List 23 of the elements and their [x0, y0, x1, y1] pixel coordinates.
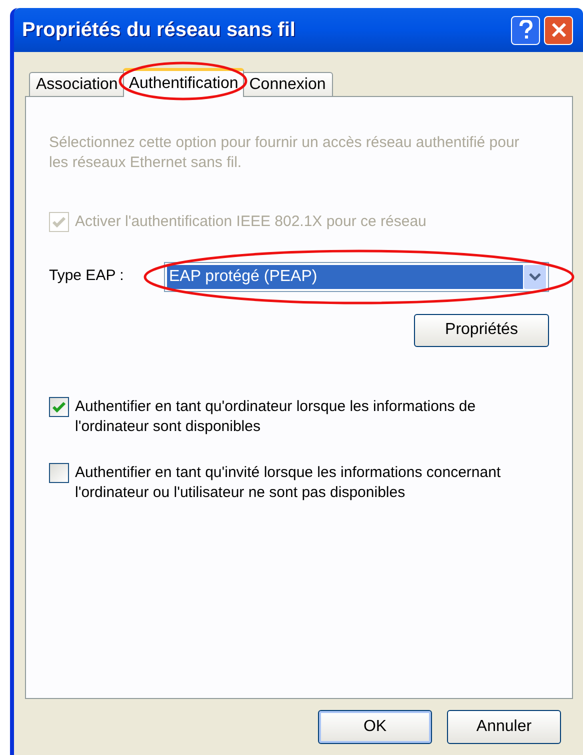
eap-type-dropdown[interactable]: EAP protégé (PEAP) [164, 262, 549, 292]
properties-button[interactable]: Propriétés [414, 314, 549, 346]
dialog-button[interactable]: Annuler [447, 710, 561, 744]
checkbox[interactable] [49, 396, 69, 416]
close-icon [550, 22, 566, 38]
close-button[interactable] [544, 16, 573, 44]
window-title: Propriétés du réseau sans fil [22, 18, 296, 43]
help-button[interactable] [511, 16, 540, 44]
checkbox-label: Authentifier en tant qu'invité lorsque les informations concernant l'ordinateur ou l'utilisateur ne sont pas disponibles [75, 462, 502, 502]
checkmark-icon [52, 216, 66, 228]
eap-type-label: Type EAP : [49, 266, 125, 286]
eap-type-value: EAP protégé (PEAP) [167, 264, 523, 288]
checkmark-icon [52, 400, 66, 412]
checkbox[interactable] [49, 462, 69, 482]
help-icon [518, 20, 532, 40]
tab[interactable]: Association [29, 72, 125, 97]
tab[interactable]: Connexion [242, 72, 333, 97]
checkbox-label: Authentifier en tant qu'ordinateur lorsque les informations de l'ordinateur sont disponibles [75, 396, 477, 436]
description-text: Sélectionnez cette option pour fournir un accès réseau authentifié pour les réseaux Ethernet sans fil. [49, 133, 520, 173]
dialog-button[interactable]: OK [318, 710, 432, 744]
checkbox-label: Activer l'authentification IEEE 802.1X pour ce réseau [75, 212, 426, 232]
chevron-down-icon [524, 264, 546, 288]
tab[interactable]: Authentification [122, 68, 244, 97]
